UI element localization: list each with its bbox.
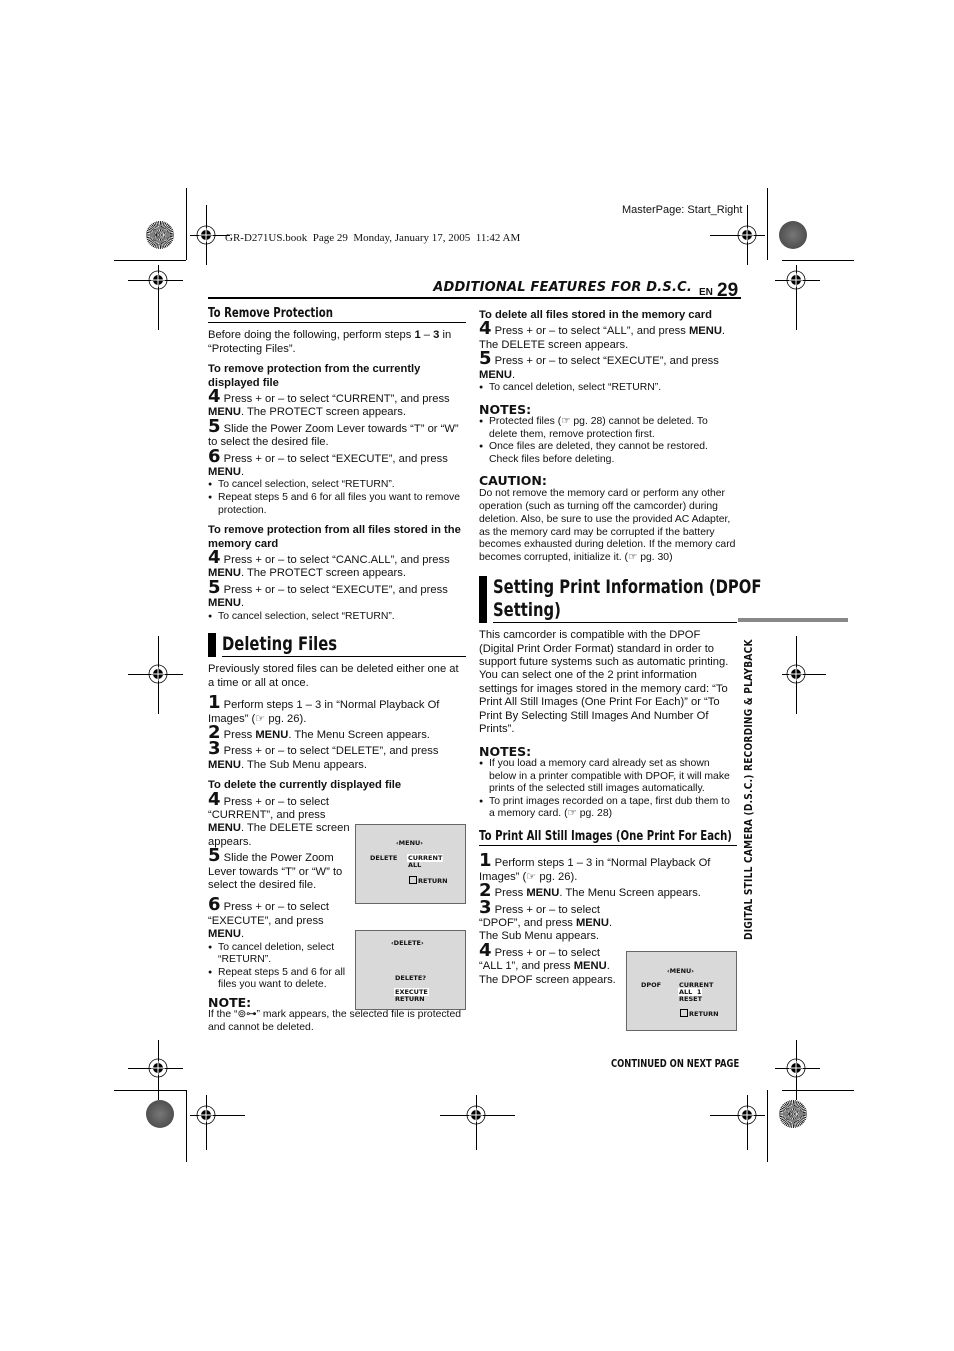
step-6: 6 Press + or – to select “EXECUTE”, and … — [208, 894, 330, 941]
deleting-files-intro: Previously stored files can be deleted e… — [208, 663, 459, 689]
dpof-menu-screen: ‹MENU› DPOF CURRENT ALL 1 RESET RETURN — [626, 951, 737, 1031]
registration-mark-icon — [196, 1105, 216, 1125]
step-5: 5 Slide the Power Zoom Lever towards “T”… — [208, 845, 343, 891]
registration-mark-icon — [786, 270, 806, 290]
delete-current-steps: 4 Press + or – to select “CURRENT”, and … — [208, 788, 350, 992]
return-icon — [680, 1009, 688, 1017]
step-2: 2 Press MENU. The Menu Screen appears. — [208, 721, 430, 743]
screen-option-all: ALL — [408, 861, 422, 869]
screen-title: ‹MENU› — [396, 839, 423, 847]
print-all-subheading: To Print All Still Images (One Print For… — [479, 828, 732, 844]
step-5: 5 Press + or – to select “EXECUTE”, and … — [479, 348, 719, 381]
color-target-grey-icon — [146, 1100, 174, 1128]
registration-mark-icon — [148, 1058, 168, 1078]
book-info: GR-D271US.book Page 29 Monday, January 1… — [225, 232, 521, 244]
caution-text: Do not remove the memory card or perform… — [479, 487, 736, 564]
section-bar — [479, 576, 487, 624]
screen-title: ‹MENU› — [667, 967, 694, 975]
dpof-steps-narrow: 3 Press + or – to select “DPOF”, and pre… — [479, 896, 623, 987]
step-1: 1 Perform steps 1 – 3 in “Normal Playbac… — [208, 692, 440, 725]
bullet: Once files are deleted, they cannot be r… — [479, 441, 737, 466]
step-3: 3 Press + or – to select “DELETE”, and p… — [208, 738, 439, 771]
delete-confirm-screen: ‹DELETE› DELETE? EXECUTE RETURN — [355, 930, 466, 1010]
delete-current-heading: To delete the currently displayed file — [208, 779, 402, 792]
remove-current-heading: To remove protection from the currently … — [208, 363, 421, 389]
remove-protection-intro: Before doing the following, perform step… — [208, 329, 452, 355]
screen-label: DPOF — [641, 981, 662, 989]
remove-protection-title: To Remove Protection — [208, 306, 333, 321]
registration-mark-icon — [786, 664, 806, 684]
deleting-files-title: Deleting Files — [222, 633, 338, 656]
delete-all-heading: To delete all files stored in the memory… — [479, 309, 712, 321]
color-target-grey-icon — [779, 221, 807, 249]
registration-mark-icon — [786, 1058, 806, 1078]
step-1: 1 Perform steps 1 – 3 in “Normal Playbac… — [479, 850, 711, 883]
color-target-star-icon — [146, 221, 174, 249]
bullet: To cancel deletion, select “RETURN”. — [208, 942, 350, 967]
bullet: To cancel selection, select “RETURN”. — [208, 611, 466, 624]
registration-mark-icon — [148, 664, 168, 684]
dpof-intro: This camcorder is compatible with the DP… — [479, 629, 729, 736]
registration-mark-icon — [466, 1105, 486, 1125]
screen-option-return: RETURN — [395, 995, 425, 1003]
registration-mark-icon — [196, 225, 216, 245]
master-page-label: MasterPage: Start_Right — [622, 204, 743, 216]
subhead-rule — [479, 845, 737, 847]
subhead-rule — [208, 322, 466, 324]
right-column: To delete all files stored in the memory… — [479, 309, 762, 987]
section-rule — [222, 656, 466, 658]
step-4: 4 Press + or – to select “ALL”, and pres… — [479, 318, 726, 351]
color-target-star-icon — [779, 1100, 807, 1128]
bullet: To print images recorded on a tape, firs… — [479, 796, 737, 821]
registration-mark-icon — [737, 225, 757, 245]
note-text: If the “⊚⊶” mark appears, the selected f… — [208, 1009, 461, 1033]
screen-label: DELETE — [370, 854, 398, 862]
section-rule — [493, 622, 737, 624]
bullet: To cancel deletion, select “RETURN”. — [479, 382, 737, 395]
step-4: 4 Press + or – to select “CANC.ALL”, and… — [208, 547, 450, 580]
dpof-title-line1: Setting Print Information (DPOF — [493, 576, 762, 599]
dpof-notes-heading: NOTES: — [479, 743, 532, 759]
screen-return: RETURN — [680, 1009, 719, 1018]
registration-mark-icon — [148, 270, 168, 290]
screen-option-reset: RESET — [679, 995, 703, 1003]
bullet: Repeat steps 5 and 6 for all files you w… — [208, 492, 466, 517]
side-tab-label: DIGITAL STILL CAMERA (D.S.C.) RECORDING … — [742, 639, 755, 940]
header-rule — [208, 297, 741, 299]
remove-all-heading: To remove protection from all files stor… — [208, 524, 461, 550]
step-4: 4 Press + or – to select “ALL 1”, and pr… — [479, 939, 616, 986]
continued-on-next-page: CONTINUED ON NEXT PAGE — [611, 1058, 740, 1070]
screen-title: ‹DELETE› — [391, 939, 424, 947]
return-icon — [409, 876, 417, 884]
step-5: 5 Slide the Power Zoom Lever towards “T”… — [208, 415, 459, 449]
menu-screen-delete: ‹MENU› DELETE CURRENT ALL RETURN — [355, 824, 466, 904]
running-header-title: ADDITIONAL FEATURES FOR D.S.C. — [433, 280, 692, 295]
caution-heading: CAUTION: — [479, 473, 547, 489]
registration-mark-icon — [737, 1105, 757, 1125]
bullet: If you load a memory card already set as… — [479, 758, 737, 796]
step-5: 5 Press + or – to select “EXECUTE”, and … — [208, 576, 448, 610]
step-6: 6 Press + or – to select “EXECUTE”, and … — [208, 445, 448, 479]
bullet: Repeat steps 5 and 6 for all files you w… — [208, 967, 350, 992]
deleting-files-section-header: Deleting Files — [208, 633, 466, 658]
section-bar — [208, 633, 216, 658]
dpof-title-line2: Setting) — [493, 599, 561, 622]
screen-question: DELETE? — [395, 974, 427, 982]
step-2: 2 Press MENU. The Menu Screen appears. — [479, 880, 701, 902]
step-4: 4 Press + or – to select “CURRENT”, and … — [208, 386, 450, 419]
step-4: 4 Press + or – to select “CURRENT”, and … — [208, 788, 350, 848]
notes-heading: NOTES: — [479, 401, 532, 417]
left-column: To Remove Protection Before doing the fo… — [208, 307, 466, 1035]
dpof-section-header: Setting Print Information (DPOF Setting) — [479, 576, 762, 624]
step-3: 3 Press + or – to select “DPOF”, and pre… — [479, 896, 613, 943]
bullet: To cancel selection, select “RETURN”. — [208, 479, 466, 492]
screen-return: RETURN — [409, 876, 448, 885]
bullet: Protected files (☞ pg. 28) cannot be del… — [479, 416, 737, 441]
